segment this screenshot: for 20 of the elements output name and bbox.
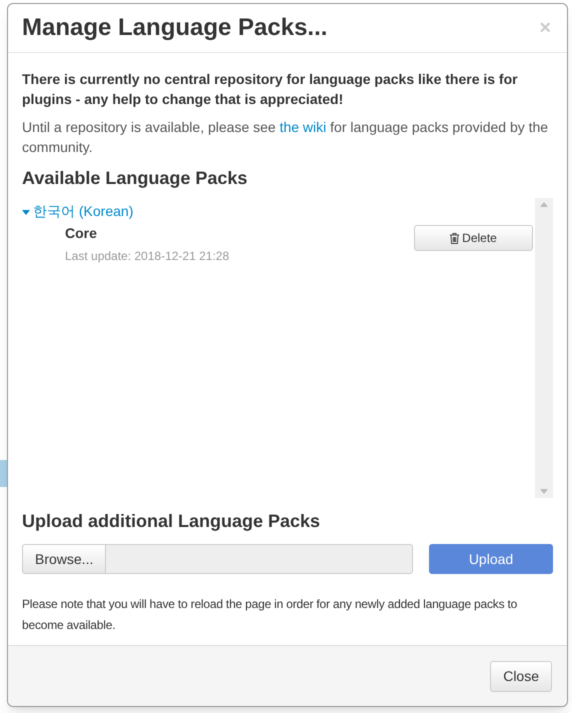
scroll-down-icon[interactable] bbox=[540, 489, 548, 494]
dialog-title: Manage Language Packs... bbox=[22, 13, 328, 43]
scroll-up-icon[interactable] bbox=[540, 202, 548, 207]
trash-icon bbox=[450, 232, 460, 244]
notice-text: There is currently no central repository for language packs like there is for plugins - any help to change that is appreciated! bbox=[22, 70, 519, 109]
browse-button[interactable]: Browse... bbox=[23, 545, 106, 573]
file-input-field[interactable]: Browse... bbox=[22, 544, 413, 574]
section-heading: Upload additional Language Packs bbox=[22, 510, 322, 533]
delete-button[interactable]: Delete bbox=[414, 225, 533, 251]
upload-button[interactable]: Upload bbox=[429, 544, 553, 574]
scrollbar[interactable] bbox=[535, 198, 553, 498]
intro-text: Until a repository is available, please see the wiki for language packs provided by the community. bbox=[22, 118, 550, 157]
wiki-link[interactable]: the wiki bbox=[280, 119, 326, 135]
last-update-text: Last update: 2018-12-21 21:28 bbox=[65, 248, 230, 265]
language-toggle[interactable]: 한국어 (Korean) bbox=[22, 201, 134, 222]
note-text: Please note that you will have to reload the page in order for any newly added language packs to become available. bbox=[22, 596, 518, 634]
component-name: Core bbox=[65, 224, 98, 243]
section-heading: Available Language Packs bbox=[22, 167, 248, 190]
close-button[interactable]: Close bbox=[490, 660, 552, 692]
caret-down-icon bbox=[22, 208, 30, 216]
